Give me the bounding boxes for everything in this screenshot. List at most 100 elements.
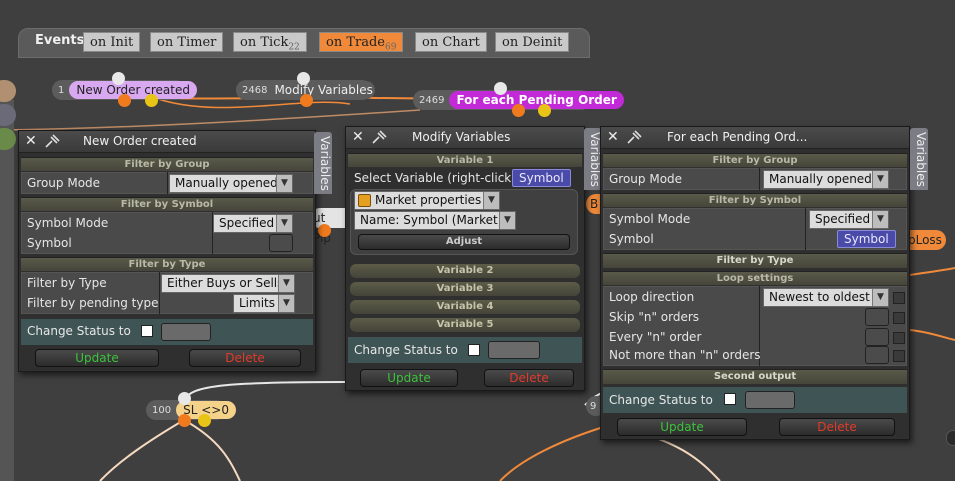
section-header-filter-type[interactable]: Filter by Type [603, 253, 907, 268]
section-header-variable-1: Variable 1 [348, 153, 582, 167]
close-icon[interactable]: ✕ [25, 134, 39, 148]
events-title: Events [35, 33, 85, 48]
chevron-down-icon: ▼ [499, 212, 515, 229]
close-icon[interactable]: ✕ [352, 130, 366, 144]
panel-new-order-created: ✕ New Order created Filter by Group Grou… [18, 130, 316, 372]
tab-on-trade[interactable]: on Trade69 [319, 32, 404, 53]
variable-4-bar[interactable]: Variable 4 [350, 300, 580, 314]
panel-header[interactable]: ✕ New Order created [19, 131, 315, 153]
section-header-second-output[interactable]: Second output [603, 369, 907, 384]
node-output-dot[interactable] [198, 414, 211, 427]
symbol-badge[interactable]: Symbol [837, 230, 896, 248]
variable-5-bar[interactable]: Variable 5 [350, 318, 580, 332]
symbol-mode-label: Symbol Mode [609, 212, 691, 226]
column-divider [759, 168, 760, 190]
tab-on-init[interactable]: on Init [83, 32, 141, 52]
node-input-dot[interactable] [178, 392, 191, 405]
node-input-dot[interactable] [494, 82, 507, 95]
change-status-field[interactable] [488, 341, 540, 359]
change-status-field[interactable] [161, 323, 211, 341]
tab-count: 22 [288, 42, 300, 53]
symbol-mode-select[interactable]: Specified ▼ [213, 214, 293, 233]
update-button[interactable]: Update [35, 349, 159, 367]
panel-header[interactable]: ✕ Modify Variables [346, 127, 584, 149]
column-divider [159, 272, 160, 314]
group-mode-select[interactable]: Manually opened ▼ [763, 170, 889, 189]
partial-node-loss[interactable]: pLoss [906, 230, 946, 250]
left-scroll-rail [0, 100, 14, 481]
skip-orders-label: Skip "n" orders [609, 310, 700, 324]
change-status-checkbox[interactable] [724, 393, 736, 405]
node-output-dot[interactable] [318, 224, 331, 237]
select-variable-badge[interactable]: Symbol [512, 169, 571, 187]
symbol-label: Symbol [609, 232, 654, 246]
filter-type-label: Filter by Type [27, 276, 107, 290]
change-status-label: Change Status to [27, 324, 131, 338]
market-icon [358, 194, 371, 207]
skip-orders-checkbox[interactable] [893, 312, 905, 324]
not-more-than-label: Not more than "n" orders [609, 348, 761, 362]
symbol-mode-select[interactable]: Specified ▼ [809, 210, 889, 229]
variables-side-tab[interactable]: Variables [910, 128, 928, 190]
panel-header[interactable]: ✕ For each Pending Ord... [601, 127, 909, 149]
skip-orders-field[interactable] [865, 308, 889, 326]
delete-button[interactable]: Delete [779, 418, 895, 436]
every-order-field[interactable] [865, 328, 889, 346]
panel-title: Modify Variables [412, 130, 511, 144]
symbol-field[interactable] [269, 234, 293, 252]
delete-button[interactable]: Delete [189, 349, 301, 367]
update-button[interactable]: Update [617, 418, 747, 436]
node-input-dot[interactable] [112, 72, 125, 85]
section-header-filter-group: Filter by Group [21, 157, 313, 171]
not-more-than-checkbox[interactable] [893, 350, 905, 362]
chevron-down-icon: ▼ [872, 289, 888, 306]
change-status-field[interactable] [745, 391, 795, 409]
section-header-loop-settings: Loop settings [603, 271, 907, 285]
tab-on-timer[interactable]: on Timer [150, 32, 224, 52]
node-output-dot[interactable] [538, 104, 551, 117]
source-select[interactable]: Market properties ▼ [354, 191, 500, 210]
pin-icon[interactable] [43, 133, 61, 149]
section-header-filter-symbol: Filter by Symbol [21, 197, 313, 211]
delete-button[interactable]: Delete [484, 369, 574, 387]
tab-on-tick[interactable]: on Tick22 [233, 32, 307, 53]
node-output-dot[interactable] [300, 94, 313, 107]
variable-2-bar[interactable]: Variable 2 [350, 264, 580, 278]
adjust-button[interactable]: Adjust [358, 234, 570, 250]
node-output-dot[interactable] [512, 104, 525, 117]
variable-3-bar[interactable]: Variable 3 [350, 282, 580, 296]
pending-type-select[interactable]: Limits ▼ [233, 294, 295, 313]
node-output-dot[interactable] [178, 414, 191, 427]
node-output-dot[interactable] [145, 94, 158, 107]
tab-on-chart[interactable]: on Chart [415, 32, 487, 52]
group-mode-label: Group Mode [27, 176, 101, 190]
group-mode-select[interactable]: Manually opened ▼ [169, 174, 293, 193]
chevron-down-icon: ▼ [278, 275, 294, 292]
pending-type-label: Filter by pending type [27, 296, 159, 310]
update-button[interactable]: Update [360, 369, 458, 387]
close-icon[interactable]: ✕ [607, 130, 621, 144]
panel-title: New Order created [83, 134, 197, 148]
loop-direction-select[interactable]: Newest to oldest ▼ [763, 288, 889, 307]
tab-on-deinit[interactable]: on Deinit [495, 32, 570, 52]
tab-count: 69 [384, 42, 397, 53]
variables-side-tab[interactable]: Variables [314, 132, 332, 194]
pin-icon[interactable] [370, 129, 388, 145]
chevron-down-icon: ▼ [483, 192, 499, 209]
change-status-checkbox[interactable] [468, 344, 480, 356]
events-bar: Events on Init on Timer on Tick22 on Tra… [18, 28, 590, 58]
edge-node-right[interactable] [946, 430, 955, 446]
change-status-checkbox[interactable] [141, 325, 153, 337]
not-more-than-field[interactable] [865, 346, 889, 364]
filter-type-select[interactable]: Either Buys or Sells ▼ [161, 274, 295, 293]
node-output-dot[interactable] [118, 94, 131, 107]
name-select[interactable]: Name: Symbol (Market) ▼ [354, 211, 516, 230]
node-input-dot[interactable] [297, 72, 310, 85]
loop-direction-checkbox[interactable] [893, 292, 905, 304]
every-order-checkbox[interactable] [893, 332, 905, 344]
pin-icon[interactable] [625, 129, 643, 145]
chevron-down-icon: ▼ [276, 175, 292, 192]
loop-direction-label: Loop direction [609, 290, 695, 304]
panel-for-each-pending-order: ✕ For each Pending Ord... Filter by Grou… [600, 126, 910, 440]
column-divider [805, 208, 806, 250]
